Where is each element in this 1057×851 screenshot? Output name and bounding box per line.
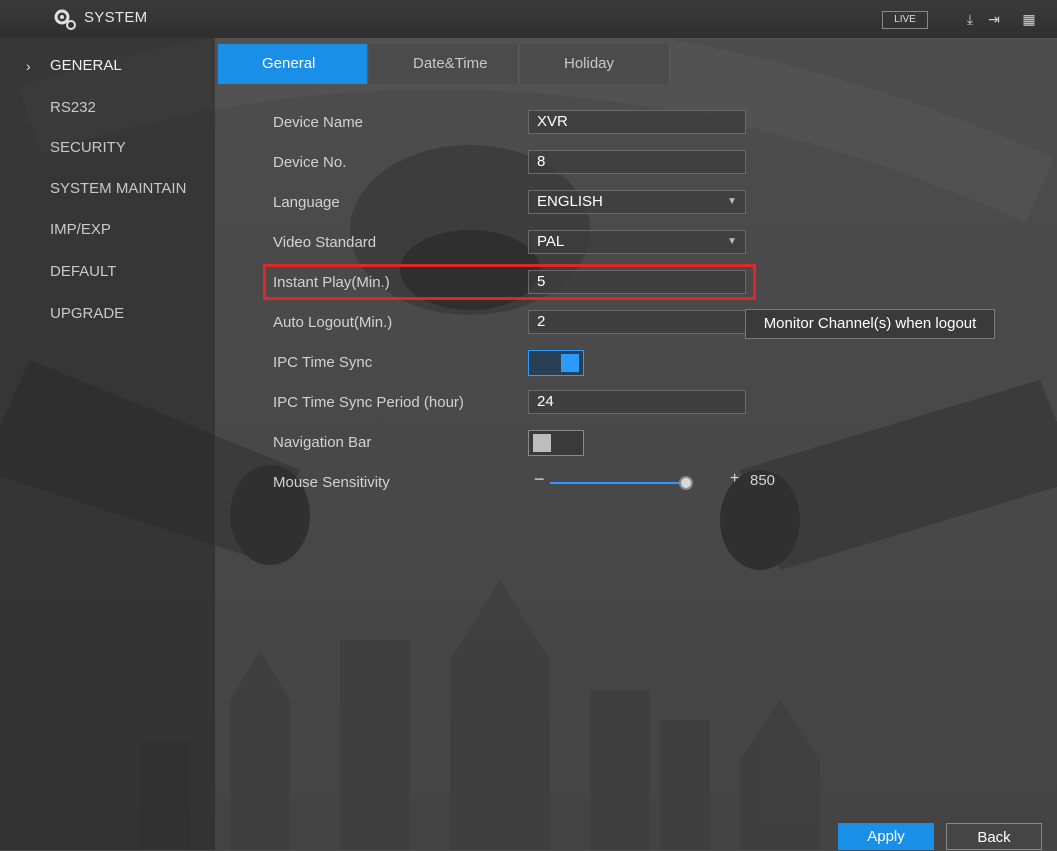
toggle-knob <box>533 434 551 452</box>
tab-holiday[interactable]: Holiday <box>520 44 670 84</box>
ipc-time-sync-label: IPC Time Sync <box>273 354 373 371</box>
instant-play-input[interactable]: 5 <box>528 270 746 294</box>
instant-play-row: Instant Play(Min.) 5 <box>263 266 1003 300</box>
navigation-bar-label: Navigation Bar <box>273 434 372 451</box>
navigation-bar-toggle[interactable] <box>528 430 584 456</box>
slider-track <box>550 482 690 484</box>
sidebar-item-default[interactable]: DEFAULT <box>0 254 215 290</box>
auto-logout-input[interactable]: 2 <box>528 310 746 334</box>
language-label: Language <box>273 194 340 211</box>
sidebar-item-rs232[interactable]: RS232 <box>0 90 215 126</box>
sidebar-item-imp-exp[interactable]: IMP/EXP <box>0 212 215 248</box>
back-button[interactable]: Back <box>946 823 1042 850</box>
sidebar-item-upgrade[interactable]: UPGRADE <box>0 296 215 332</box>
ipc-sync-period-row: IPC Time Sync Period (hour) 24 <box>263 386 1003 420</box>
slider-thumb[interactable] <box>679 476 693 490</box>
page-title: SYSTEM <box>84 9 148 26</box>
video-standard-value: PAL <box>537 233 565 250</box>
mouse-sensitivity-slider[interactable]: − + 850 <box>528 469 775 494</box>
sidebar-item-label: IMP/EXP <box>50 221 111 238</box>
device-no-label: Device No. <box>273 154 347 171</box>
toggle-knob <box>561 354 579 372</box>
auto-logout-label: Auto Logout(Min.) <box>273 314 393 331</box>
sidebar: › GENERAL RS232 SECURITY SYSTEM MAINTAIN… <box>0 38 215 850</box>
sidebar-item-general[interactable]: › GENERAL <box>0 48 215 84</box>
live-button[interactable]: LIVE <box>882 11 928 29</box>
plus-icon[interactable]: + <box>730 470 739 488</box>
sidebar-item-label: SYSTEM MAINTAIN <box>50 180 187 197</box>
sidebar-item-label: SECURITY <box>50 139 126 156</box>
mouse-sensitivity-value: 850 <box>750 472 776 489</box>
ipc-sync-period-input[interactable]: 24 <box>528 390 746 414</box>
language-value: ENGLISH <box>537 193 603 210</box>
mouse-sensitivity-label: Mouse Sensitivity <box>273 474 390 491</box>
logout-icon[interactable]: ⇥ <box>985 10 1003 28</box>
dropdown-arrow-icon: ▼ <box>727 236 737 247</box>
sidebar-item-label: DEFAULT <box>50 263 117 280</box>
chevron-right-icon: › <box>26 58 31 74</box>
instant-play-label: Instant Play(Min.) <box>273 274 390 291</box>
language-row: Language ENGLISH ▼ <box>263 186 1003 220</box>
top-bar: SYSTEM LIVE ⤓ ⇥ ▦ <box>0 0 1057 39</box>
dropdown-arrow-icon: ▼ <box>727 196 737 207</box>
ipc-sync-period-label: IPC Time Sync Period (hour) <box>273 394 464 411</box>
device-no-row: Device No. 8 <box>263 146 1003 180</box>
minus-icon[interactable]: − <box>534 469 545 490</box>
sidebar-item-system-maintain[interactable]: SYSTEM MAINTAIN <box>0 171 215 207</box>
sidebar-item-security[interactable]: SECURITY <box>0 130 215 166</box>
tab-general[interactable]: General <box>218 44 368 84</box>
language-select[interactable]: ENGLISH ▼ <box>528 190 746 214</box>
device-name-row: Device Name XVR <box>263 106 1003 140</box>
mouse-sensitivity-row: Mouse Sensitivity − + 850 <box>263 466 1003 500</box>
video-standard-row: Video Standard PAL ▼ <box>263 226 1003 260</box>
navigation-bar-row: Navigation Bar <box>263 426 1003 460</box>
tab-date-time[interactable]: Date&Time <box>369 44 519 84</box>
sidebar-item-label: RS232 <box>50 99 96 116</box>
sidebar-item-label: GENERAL <box>50 57 122 74</box>
device-name-label: Device Name <box>273 114 364 131</box>
download-icon[interactable]: ⤓ <box>961 10 979 28</box>
ipc-time-sync-toggle[interactable] <box>528 350 584 376</box>
grid-icon[interactable]: ▦ <box>1020 10 1038 28</box>
video-standard-label: Video Standard <box>273 234 377 251</box>
apply-button[interactable]: Apply <box>838 823 934 850</box>
gear-icon <box>54 9 76 30</box>
ipc-time-sync-row: IPC Time Sync <box>263 346 1003 380</box>
device-name-input[interactable]: XVR <box>528 110 746 134</box>
device-no-input[interactable]: 8 <box>528 150 746 174</box>
sidebar-item-label: UPGRADE <box>50 305 125 322</box>
video-standard-select[interactable]: PAL ▼ <box>528 230 746 254</box>
monitor-channel-button[interactable]: Monitor Channel(s) when logout <box>745 309 995 339</box>
